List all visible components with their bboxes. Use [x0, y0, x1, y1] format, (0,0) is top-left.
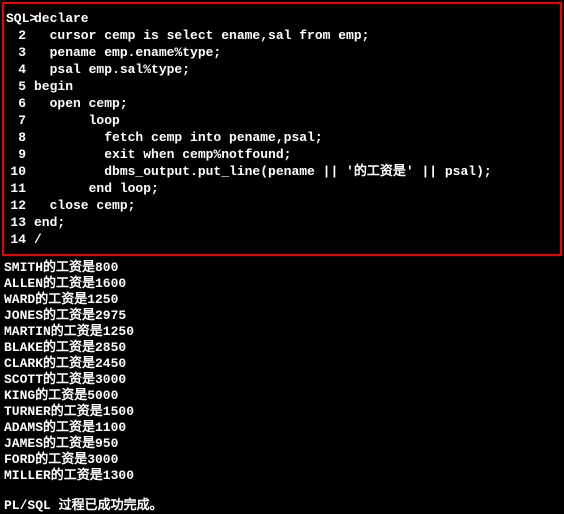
output-line: JAMES的工资是950 [4, 436, 560, 452]
output-block: SMITH的工资是800ALLEN的工资是1600WARD的工资是1250JON… [2, 258, 562, 514]
line-number: 8 [6, 129, 34, 146]
output-line: CLARK的工资是2450 [4, 356, 560, 372]
code-line: 13end; [6, 214, 556, 231]
line-number: 12 [6, 197, 34, 214]
line-number: 5 [6, 78, 34, 95]
code-line: 5begin [6, 78, 556, 95]
code-text: end; [34, 214, 65, 231]
code-line: 3 pename emp.ename%type; [6, 44, 556, 61]
output-line: FORD的工资是3000 [4, 452, 560, 468]
code-text: declare [34, 10, 89, 27]
code-line: 14/ [6, 231, 556, 248]
code-line: 12 close cemp; [6, 197, 556, 214]
output-line: TURNER的工资是1500 [4, 404, 560, 420]
code-text: open cemp; [34, 95, 128, 112]
line-number: 9 [6, 146, 34, 163]
code-text: pename emp.ename%type; [34, 44, 221, 61]
sql-code-block: SQL>declare2 cursor cemp is select ename… [2, 2, 562, 256]
code-line: 7 loop [6, 112, 556, 129]
output-line: SCOTT的工资是3000 [4, 372, 560, 388]
output-lines-container: SMITH的工资是800ALLEN的工资是1600WARD的工资是1250JON… [4, 260, 560, 484]
code-text: fetch cemp into pename,psal; [34, 129, 323, 146]
code-text: loop [34, 112, 120, 129]
code-lines-container: SQL>declare2 cursor cemp is select ename… [6, 10, 556, 248]
code-text: psal emp.sal%type; [34, 61, 190, 78]
output-line: SMITH的工资是800 [4, 260, 560, 276]
code-line: 11 end loop; [6, 180, 556, 197]
code-line: 6 open cemp; [6, 95, 556, 112]
code-line: 8 fetch cemp into pename,psal; [6, 129, 556, 146]
code-line: 9 exit when cemp%notfound; [6, 146, 556, 163]
line-number: 10 [6, 163, 34, 180]
line-number: 13 [6, 214, 34, 231]
code-text: close cemp; [34, 197, 135, 214]
line-number: SQL> [6, 10, 34, 27]
output-line: ADAMS的工资是1100 [4, 420, 560, 436]
code-text: cursor cemp is select ename,sal from emp… [34, 27, 369, 44]
line-number: 2 [6, 27, 34, 44]
code-text: dbms_output.put_line(pename || '的工资是' ||… [34, 163, 492, 180]
line-number: 14 [6, 231, 34, 248]
code-line: 10 dbms_output.put_line(pename || '的工资是'… [6, 163, 556, 180]
status-line: PL/SQL 过程已成功完成。 [4, 498, 560, 514]
output-line: MILLER的工资是1300 [4, 468, 560, 484]
code-line: SQL>declare [6, 10, 556, 27]
code-line: 2 cursor cemp is select ename,sal from e… [6, 27, 556, 44]
line-number: 4 [6, 61, 34, 78]
line-number: 6 [6, 95, 34, 112]
line-number: 11 [6, 180, 34, 197]
output-line: JONES的工资是2975 [4, 308, 560, 324]
code-text: exit when cemp%notfound; [34, 146, 291, 163]
output-line: MARTIN的工资是1250 [4, 324, 560, 340]
code-line: 4 psal emp.sal%type; [6, 61, 556, 78]
code-text: / [34, 231, 42, 248]
line-number: 7 [6, 112, 34, 129]
code-text: begin [34, 78, 73, 95]
line-number: 3 [6, 44, 34, 61]
code-text: end loop; [34, 180, 159, 197]
output-line: BLAKE的工资是2850 [4, 340, 560, 356]
output-line: WARD的工资是1250 [4, 292, 560, 308]
output-line: KING的工资是5000 [4, 388, 560, 404]
output-line: ALLEN的工资是1600 [4, 276, 560, 292]
